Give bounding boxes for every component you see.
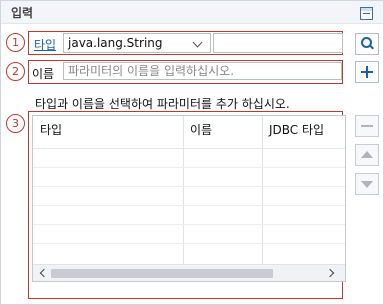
annotation-badge-1: 1	[6, 33, 25, 52]
panel-title: 입력	[11, 6, 34, 20]
scroll-left-icon[interactable]	[39, 268, 49, 278]
move-down-button[interactable]	[355, 173, 379, 195]
name-input[interactable]	[63, 62, 342, 80]
hint-text: 타입과 이름을 선택하여 파라미터를 추가 하십시오.	[35, 97, 290, 111]
horizontal-scrollbar[interactable]	[33, 264, 345, 281]
type-link[interactable]: 타입	[34, 36, 56, 53]
search-button[interactable]	[355, 33, 379, 55]
parameter-table[interactable]: 타입 이름 JDBC 타입	[32, 115, 346, 282]
column-header-name[interactable]: 이름	[190, 121, 212, 138]
remove-parameter-button[interactable]	[355, 115, 379, 137]
triangle-up-icon	[361, 151, 373, 158]
minus-icon	[361, 125, 373, 127]
triangle-down-icon	[361, 181, 373, 188]
scrollbar-thumb[interactable]	[51, 269, 273, 278]
type-select-value: java.lang.String	[68, 36, 163, 50]
type-aux-field[interactable]	[213, 33, 343, 53]
add-parameter-button[interactable]	[355, 61, 379, 83]
column-header-type[interactable]: 타입	[40, 121, 62, 138]
scroll-right-icon[interactable]	[325, 268, 335, 278]
panel-header: 입력	[1, 1, 383, 24]
input-panel: 입력 1 타입 java.lang.String 2 이름 타입과 이름을 선택…	[0, 0, 384, 305]
annotation-badge-2: 2	[6, 62, 25, 81]
column-header-jdbc-type[interactable]: JDBC 타입	[269, 121, 324, 138]
collapse-icon[interactable]	[360, 7, 373, 20]
chevron-down-icon	[192, 37, 203, 48]
name-label: 이름	[32, 67, 55, 81]
annotation-badge-3: 3	[6, 114, 25, 133]
move-up-button[interactable]	[355, 144, 379, 166]
type-select[interactable]: java.lang.String	[63, 33, 211, 53]
